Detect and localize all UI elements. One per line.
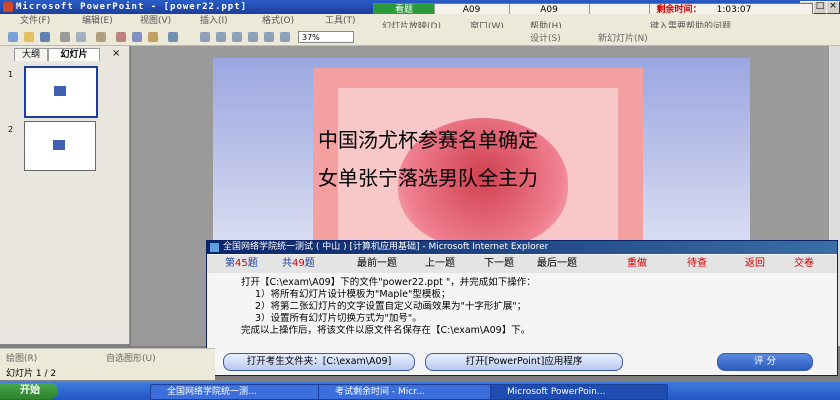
start-button[interactable]: 开始 xyxy=(0,383,58,399)
status-bar: 幻灯片 1 / 2 xyxy=(0,364,215,380)
menu-tools[interactable]: 工具(T) xyxy=(325,15,356,27)
zoom-select[interactable]: 37% xyxy=(298,31,354,43)
save-icon[interactable] xyxy=(40,32,50,42)
task-exam-window[interactable]: 全国网络学院统一测... xyxy=(150,384,328,400)
copy-icon[interactable] xyxy=(132,32,142,42)
exam-dialog-window: 全国网络学院统一测试 ( 中山 ) [计算机应用基础] - Microsoft … xyxy=(206,240,838,376)
preview-icon[interactable] xyxy=(76,32,86,42)
design-button[interactable]: 设计(S) xyxy=(530,31,561,44)
menu-insert[interactable]: 插入(I) xyxy=(200,15,228,27)
previous-question-link[interactable]: 上一题 xyxy=(425,258,455,270)
ie-icon xyxy=(210,243,219,252)
task-timer-window[interactable]: 考试剩余时间 - Micr... xyxy=(318,384,496,400)
thumbnail-image-icon xyxy=(53,140,65,150)
question-line-4: 3）设置所有幻灯片切换方式为"加号"。 xyxy=(255,313,422,324)
close-button[interactable]: × xyxy=(826,1,840,14)
tables-borders-icon[interactable] xyxy=(232,32,242,42)
close-pane-icon[interactable]: × xyxy=(112,48,120,59)
dialog-title-bar: 全国网络学院统一测试 ( 中山 ) [计算机应用基础] - Microsoft … xyxy=(207,241,837,254)
next-question-link[interactable]: 下一题 xyxy=(484,258,514,270)
insert-hyperlink-icon[interactable] xyxy=(248,32,258,42)
slide-thumbnail-2[interactable] xyxy=(24,121,96,171)
slide-number-1: 1 xyxy=(8,70,14,79)
open-icon[interactable] xyxy=(24,32,34,42)
question-line-5: 完成以上操作后，将该文件以原文件名保存在【C:\exam\A09】下。 xyxy=(241,325,531,336)
question-nav-bar: 第45题 共49题 最前一题 上一题 下一题 最后一题 重做 待查 返回 交卷 xyxy=(207,255,837,273)
thumbnail-image-icon xyxy=(54,86,66,96)
new-slide-button[interactable]: 新幻灯片(N) xyxy=(598,31,648,44)
powerpoint-app-icon xyxy=(3,2,13,12)
review-link[interactable]: 待查 xyxy=(687,258,707,270)
table-icon[interactable] xyxy=(216,32,226,42)
grade-button[interactable]: 评 分 xyxy=(717,353,813,371)
print-icon[interactable] xyxy=(60,32,70,42)
dialog-title: 全国网络学院统一测试 ( 中山 ) [计算机应用基础] - Microsoft … xyxy=(223,242,549,252)
drawing-toolbar: 绘图(R) 自选图形(U) xyxy=(0,348,215,364)
question-line-2: 1）将所有幻灯片设计模板为"Maple"型模板； xyxy=(255,289,451,300)
paste-icon[interactable] xyxy=(148,32,158,42)
first-question-link[interactable]: 最前一题 xyxy=(357,258,397,270)
tab-slides[interactable]: 幻灯片 xyxy=(48,48,100,61)
windows-taskbar: 开始 全国网络学院统一测... 考试剩余时间 - Micr... Microso… xyxy=(0,382,840,400)
total-questions-label: 共49题 xyxy=(282,258,315,269)
current-slide[interactable]: 中国汤尤杯参赛名单确定 女单张宁落选男队全主力 xyxy=(213,58,750,248)
maximize-button[interactable]: □ xyxy=(813,1,827,14)
slide-title-line-2[interactable]: 女单张宁落选男队全主力 xyxy=(318,166,538,190)
question-line-3: 2）将第二张幻灯片的文字设置自定义动画效果为"十字形扩展"； xyxy=(255,301,527,312)
tab-outline[interactable]: 大纲 xyxy=(14,48,48,61)
slide-count-status: 幻灯片 1 / 2 xyxy=(6,369,57,379)
redo-link[interactable]: 重做 xyxy=(627,258,647,270)
expand-all-icon[interactable] xyxy=(264,32,274,42)
chart-icon[interactable] xyxy=(200,32,210,42)
menu-format[interactable]: 格式(O) xyxy=(262,15,294,27)
menu-edit[interactable]: 编辑(E) xyxy=(82,15,113,27)
last-question-link[interactable]: 最后一题 xyxy=(537,258,577,270)
cut-icon[interactable] xyxy=(116,32,126,42)
undo-icon[interactable] xyxy=(168,32,178,42)
question-line-1: 打开【C:\exam\A09】下的文件"power22.ppt "，并完成如下操… xyxy=(241,277,536,288)
menu-bar: 文件(F) 编辑(E) 视图(V) 插入(I) 格式(O) 工具(T) 幻灯片放… xyxy=(0,14,840,32)
autoshapes-menu-button[interactable]: 自选图形(U) xyxy=(106,351,156,364)
standard-toolbar: 37% 设计(S) 新幻灯片(N) xyxy=(0,28,840,46)
slide-number-2: 2 xyxy=(8,125,14,134)
open-exam-folder-button[interactable]: 打开考生文件夹：[C:\exam\A09] xyxy=(223,353,415,371)
new-icon[interactable] xyxy=(8,32,18,42)
window-title: Microsoft PowerPoint - [power22.ppt] xyxy=(16,2,248,12)
slide-title-line-1[interactable]: 中国汤尤杯参赛名单确定 xyxy=(318,128,538,152)
question-text: 打开【C:\exam\A09】下的文件"power22.ppt "，并完成如下操… xyxy=(225,277,825,337)
spelling-icon[interactable] xyxy=(96,32,106,42)
show-formatting-icon[interactable] xyxy=(280,32,290,42)
menu-view[interactable]: 视图(V) xyxy=(140,15,171,27)
submit-link[interactable]: 交卷 xyxy=(794,258,814,270)
menu-file[interactable]: 文件(F) xyxy=(20,15,50,27)
slides-panel: 大纲 幻灯片 × 1 2 xyxy=(0,46,130,344)
task-powerpoint-window[interactable]: Microsoft PowerPoin... xyxy=(490,384,668,400)
open-powerpoint-button[interactable]: 打开[PowerPoint]应用程序 xyxy=(425,353,623,371)
slide-pink-background xyxy=(313,68,643,248)
back-link[interactable]: 返回 xyxy=(745,258,765,270)
current-question-label: 第45题 xyxy=(225,258,258,269)
slide-thumbnail-1[interactable] xyxy=(24,66,98,118)
draw-menu-button[interactable]: 绘图(R) xyxy=(6,351,37,364)
